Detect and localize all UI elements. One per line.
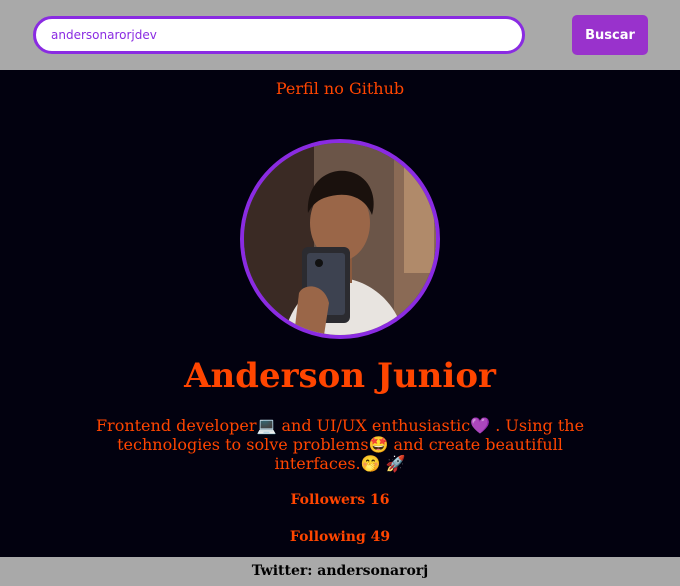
following-stat: Following 49 [0, 529, 680, 545]
avatar-photo-icon [244, 143, 436, 335]
user-bio: Frontend developer💻 and UI/UX enthusiast… [95, 416, 585, 473]
search-button[interactable]: Buscar [572, 15, 648, 55]
profile-heading: Perfil no Github [275, 79, 405, 98]
followers-label: Followers [290, 492, 366, 508]
following-label: Following [289, 529, 366, 545]
following-count: 49 [370, 529, 391, 545]
followers-count: 16 [370, 492, 390, 508]
twitter-footer: Twitter: andersonarorj [0, 557, 680, 586]
avatar [240, 139, 440, 339]
user-name: Anderson Junior [184, 356, 496, 396]
search-bar: Buscar [0, 0, 680, 70]
followers-stat: Followers 16 [0, 492, 680, 508]
search-input[interactable] [33, 16, 525, 54]
